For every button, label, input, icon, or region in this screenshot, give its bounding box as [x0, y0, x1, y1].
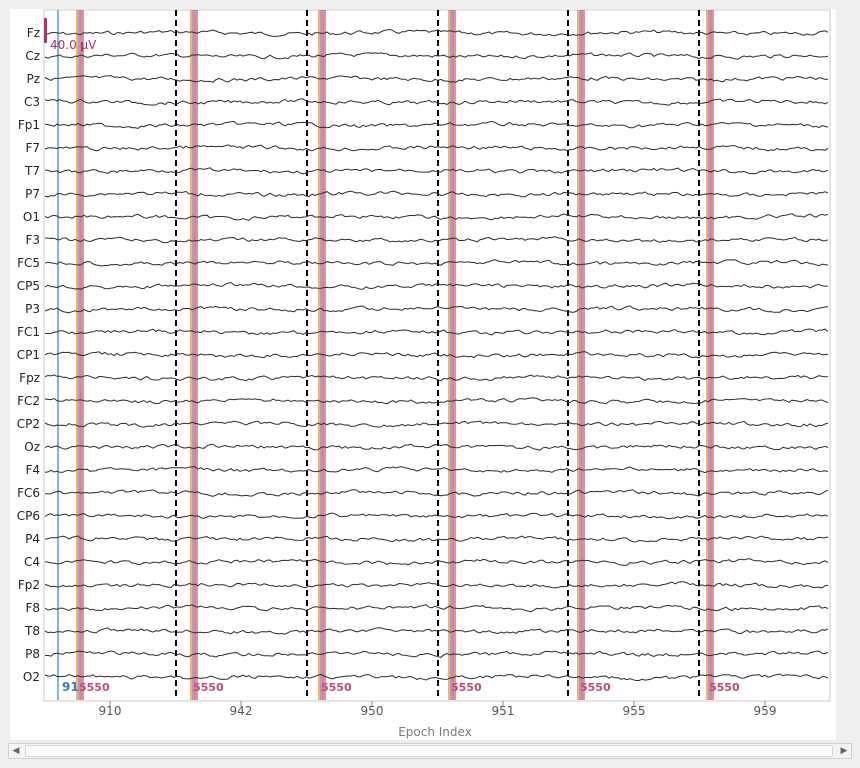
eeg-plot[interactable]: Fz Cz Pz C3 Fp1 F7 T7 P7 O1 F3 FC5 CP5 P3 FC1 CP1 Fpz FC…: [0, 0, 860, 742]
channel-label: C3: [24, 95, 40, 109]
x-tick-label: 942: [230, 704, 253, 718]
x-tick-label: 951: [492, 704, 515, 718]
channel-label: FC2: [17, 394, 40, 408]
channel-label: P7: [25, 187, 40, 201]
x-tick-label: 910: [99, 704, 122, 718]
event-label: 5550: [709, 681, 740, 694]
event-label: 5550: [193, 681, 224, 694]
channel-label: CP5: [17, 279, 40, 293]
channel-label: F8: [25, 601, 40, 615]
event-label: 5550: [79, 681, 110, 694]
channel-label: Fp1: [18, 118, 40, 132]
channel-label: O2: [23, 670, 40, 684]
channel-label: Fz: [27, 26, 40, 40]
x-tick-label: 959: [754, 704, 777, 718]
scale-bar-label: 40.0 µV: [50, 38, 97, 52]
channel-label: T7: [24, 164, 40, 178]
event-label: 5550: [580, 681, 611, 694]
x-axis-title: Epoch Index: [398, 725, 472, 739]
channel-label: O1: [23, 210, 40, 224]
channel-label: FC5: [17, 256, 40, 270]
channel-label: F3: [25, 233, 40, 247]
channel-label: FC1: [17, 325, 40, 339]
event-label: 5550: [321, 681, 352, 694]
horizontal-scrollbar[interactable]: ◀ ▶: [8, 743, 852, 759]
triangle-left-icon[interactable]: ◀: [9, 744, 23, 758]
channel-label: CP2: [17, 417, 40, 431]
channel-label: P4: [25, 532, 40, 546]
channel-label: Oz: [24, 440, 40, 454]
channel-label: C4: [24, 555, 40, 569]
scrollbar-thumb[interactable]: [25, 745, 833, 757]
x-tick-label: 950: [361, 704, 384, 718]
channel-label: Pz: [26, 72, 40, 86]
triangle-right-icon[interactable]: ▶: [837, 744, 851, 758]
channel-label: P3: [25, 302, 40, 316]
channel-label: Fp2: [18, 578, 40, 592]
channel-label: Fpz: [19, 371, 40, 385]
channel-label: F7: [25, 141, 40, 155]
scale-bar-line: [44, 18, 47, 43]
channel-label: FC6: [17, 486, 40, 500]
channel-labels: Fz Cz Pz C3 Fp1 F7 T7 P7 O1 F3 FC5 CP5 P3 FC1 CP1 Fpz FC…: [17, 26, 40, 684]
channel-label: P8: [25, 647, 40, 661]
channel-label: CP6: [17, 509, 40, 523]
epochs-browser-window: Fz Cz Pz C3 Fp1 F7 T7 P7 O1 F3 FC5 CP5 P3 FC1 CP1 Fpz FC…: [0, 0, 860, 768]
first-event-label: 91: [62, 680, 79, 694]
channel-label: T8: [24, 624, 40, 638]
channel-label: F4: [25, 463, 40, 477]
event-label: 5550: [451, 681, 482, 694]
channel-label: Cz: [25, 49, 40, 63]
x-tick-label: 955: [623, 704, 646, 718]
channel-label: CP1: [17, 348, 40, 362]
